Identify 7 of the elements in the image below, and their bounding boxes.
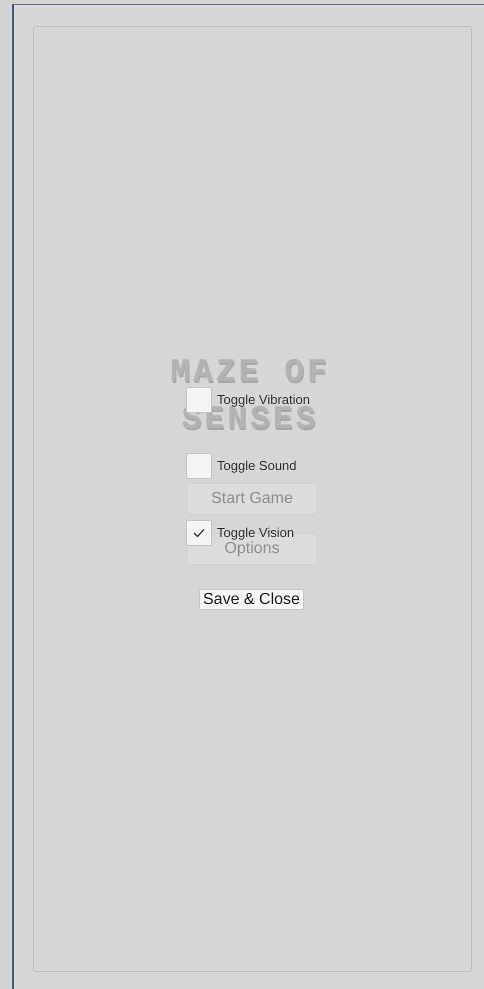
save-close-button[interactable]: Save & Close <box>199 589 304 610</box>
checkbox[interactable] <box>186 453 212 479</box>
menu-button[interactable]: Start Game <box>186 483 318 515</box>
toggle-label: Toggle Sound <box>217 459 297 473</box>
checkbox[interactable] <box>186 520 212 546</box>
toggle-label: Toggle Vibration <box>217 393 310 407</box>
check-icon <box>193 528 205 538</box>
